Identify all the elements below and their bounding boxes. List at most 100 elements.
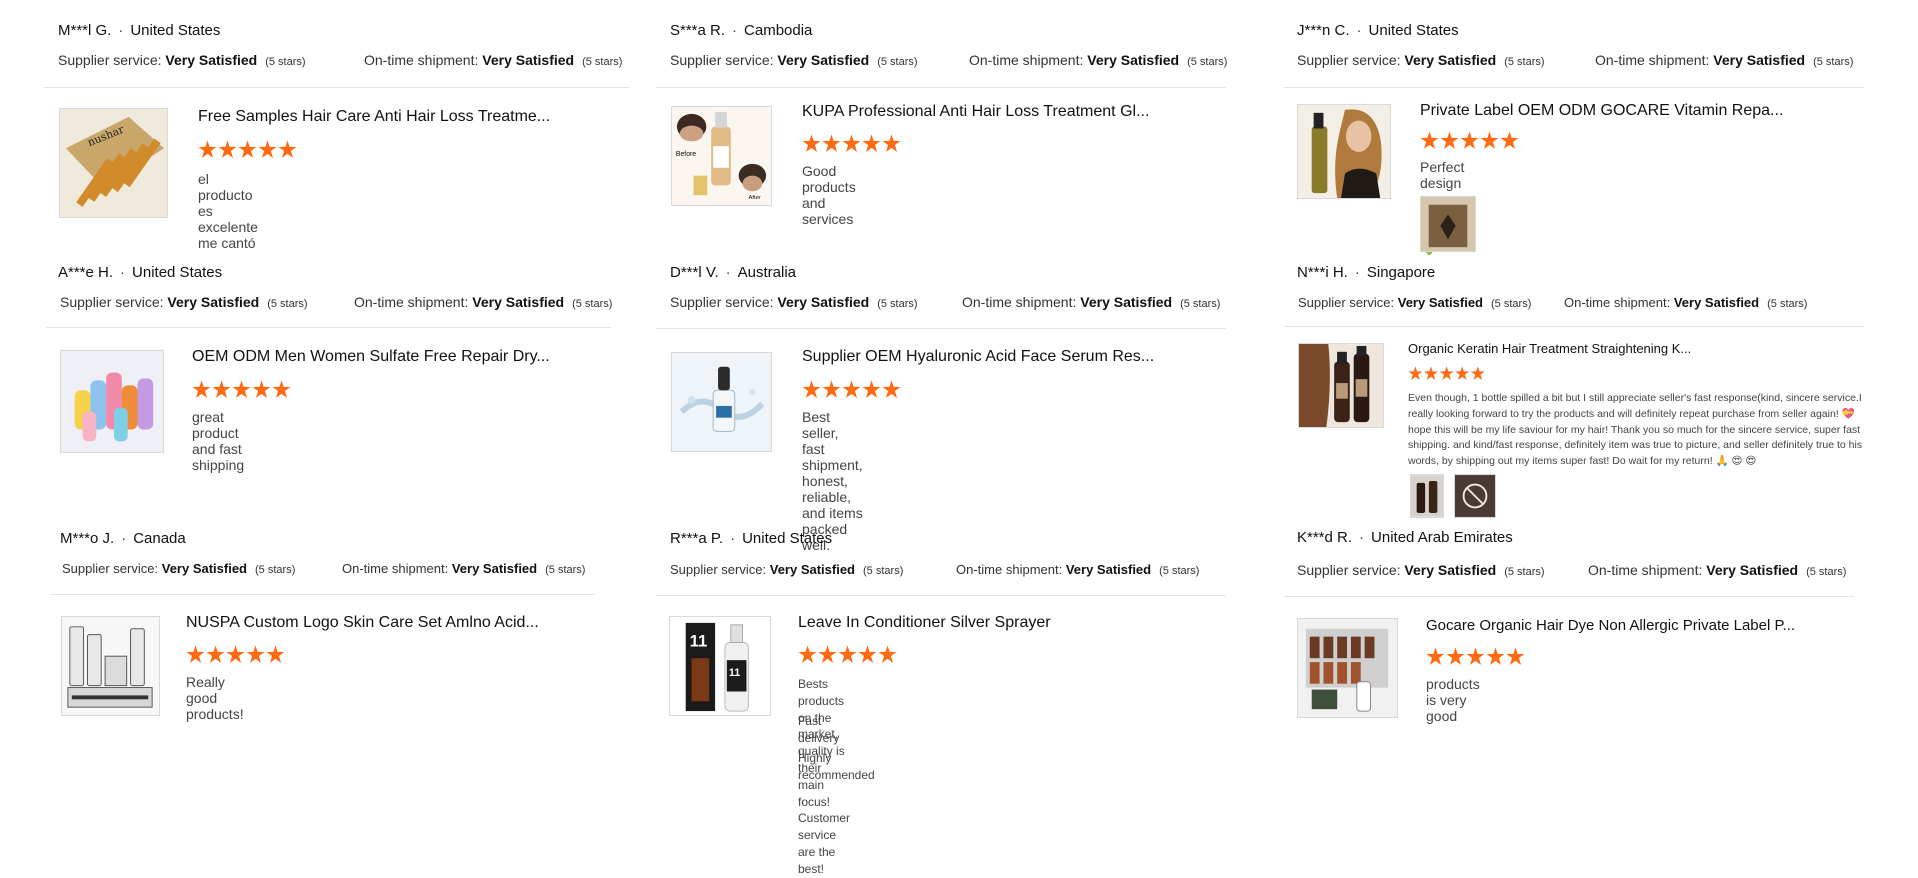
supplier-service-value: Very Satisfied <box>769 562 856 577</box>
rating-summary: Supplier service: Very Satisfied (5 stars… <box>58 52 622 68</box>
star-rating <box>802 134 902 154</box>
product-title[interactable]: KUPA Professional Anti Hair Loss Treatme… <box>802 103 1149 121</box>
spray-bottle-11-image: 11 11 <box>670 617 770 715</box>
star-rating <box>186 645 286 665</box>
product-thumbnail[interactable] <box>60 350 164 453</box>
bottles-photo <box>1411 475 1443 517</box>
reviewer-info: M***l G. · United States <box>58 22 221 39</box>
supplier-service-label: Supplier service: <box>1297 52 1401 68</box>
product-title[interactable]: OEM ODM Men Women Sulfate Free Repair Dr… <box>192 348 550 366</box>
review-comment: Good products and services <box>802 163 856 227</box>
divider <box>1284 326 1864 327</box>
star-icon <box>1446 647 1465 665</box>
star-icon <box>278 140 297 158</box>
star-icon <box>878 645 897 663</box>
product-title[interactable]: Private Label OEM ODM GOCARE Vitamin Rep… <box>1420 102 1783 120</box>
review-comment: Even though, 1 bottle spilled a bit but … <box>1408 392 1863 467</box>
star-icon <box>858 645 877 663</box>
rating-summary: Supplier service: Very Satisfied (5 stars… <box>670 562 1230 577</box>
product-thumbnail[interactable]: 11 11 <box>669 616 771 716</box>
product-title[interactable]: Leave In Conditioner Silver Sprayer <box>798 614 1051 632</box>
star-icon <box>802 380 821 398</box>
divider <box>656 595 1226 596</box>
reviewer-info: A***e H. · United States <box>58 264 223 281</box>
reviewer-info: N***i H. · Singapore <box>1297 264 1436 281</box>
supplier-service-stars: (5 stars) <box>863 565 904 577</box>
product-thumbnail[interactable] <box>61 616 160 716</box>
rating-summary: Supplier service: Very Satisfied (5 stars… <box>1297 562 1857 578</box>
review-photo[interactable] <box>1420 196 1476 252</box>
reviewer-info: M***o J. · Canada <box>60 530 186 547</box>
reviewer-info: R***a P. · United States <box>670 530 833 547</box>
rating-summary: Supplier service: Very Satisfied (5 stars… <box>670 52 1230 68</box>
reviewer-info: J***n C. · United States <box>1297 22 1459 39</box>
supplier-service-label: Supplier service: <box>670 294 774 310</box>
reviewer-country: Canada <box>133 530 186 547</box>
reviewer-name: M***o J. <box>60 530 115 547</box>
supplier-service-value: Very Satisfied <box>165 52 258 68</box>
star-rating <box>1426 647 1526 667</box>
hair-serum-before-after-image: Before After <box>672 107 771 205</box>
star-icon <box>798 645 817 663</box>
product-title[interactable]: Supplier OEM Hyaluronic Acid Face Serum … <box>802 348 1154 366</box>
product-thumbnail[interactable] <box>1297 104 1391 199</box>
product-thumbnail[interactable] <box>1297 618 1398 718</box>
reviewer-country: Australia <box>737 264 796 281</box>
star-icon <box>212 380 231 398</box>
product-title[interactable]: Gocare Organic Hair Dye Non Allergic Pri… <box>1426 617 1795 634</box>
star-icon <box>1420 131 1439 149</box>
supplier-service-stars: (5 stars) <box>877 298 918 310</box>
review-comment: el producto es excelente me cantó <box>198 171 258 251</box>
star-rating <box>1408 366 1486 382</box>
star-icon <box>862 380 881 398</box>
star-icon <box>1506 647 1525 665</box>
star-icon <box>1439 366 1454 380</box>
reviewer-country: Cambodia <box>744 22 813 39</box>
supplier-service-label: Supplier service: <box>1298 295 1395 310</box>
star-icon <box>882 134 901 152</box>
rating-summary: Supplier service: Very Satisfied (5 stars… <box>60 294 620 310</box>
ampoule-box-image: nushar <box>60 109 167 217</box>
rating-summary: Supplier service: Very Satisfied (5 stars… <box>1298 295 1858 310</box>
divider <box>656 328 1226 329</box>
review-comment: Really good products! <box>186 674 244 722</box>
star-icon <box>186 645 205 663</box>
product-title[interactable]: NUSPA Custom Logo Skin Care Set Amlno Ac… <box>186 614 539 632</box>
svg-text:11: 11 <box>690 631 708 650</box>
reviewer-name: M***l G. <box>58 22 112 39</box>
on-time-shipment: On-time shipment: Very Satisfied (5 stars… <box>1595 52 1854 68</box>
svg-text:11: 11 <box>729 667 740 679</box>
serum-dropper-image <box>672 353 771 451</box>
review-photo[interactable] <box>1410 474 1444 518</box>
star-icon <box>198 140 217 158</box>
supplier-service-label: Supplier service: <box>1297 562 1401 578</box>
reviewer-name: A***e H. <box>58 264 114 281</box>
supplier-service-label: Supplier service: <box>670 52 774 68</box>
reviewer-country: United States <box>130 22 221 39</box>
supplier-service-stars: (5 stars) <box>1491 298 1532 310</box>
supplier-service-label: Supplier service: <box>62 561 159 576</box>
supplier-service-stars: (5 stars) <box>255 564 296 576</box>
on-time-shipment: On-time shipment: Very Satisfied (5 stars… <box>1588 562 1847 578</box>
star-icon <box>1408 366 1423 380</box>
star-icon <box>1455 366 1470 380</box>
star-icon <box>842 134 861 152</box>
reviewer-info: D***l V. · Australia <box>670 264 796 281</box>
star-icon <box>272 380 291 398</box>
star-icon <box>1500 131 1519 149</box>
star-icon <box>238 140 257 158</box>
star-icon <box>218 140 237 158</box>
box-photo <box>1455 475 1495 517</box>
svg-text:After: After <box>748 195 760 201</box>
reviewer-name: D***l V. <box>670 264 719 281</box>
divider <box>44 87 629 88</box>
star-rating <box>802 380 902 400</box>
product-thumbnail[interactable] <box>1298 343 1384 428</box>
product-thumbnail[interactable] <box>671 352 772 452</box>
star-icon <box>232 380 251 398</box>
product-title[interactable]: Free Samples Hair Care Anti Hair Loss Tr… <box>198 108 550 126</box>
product-thumbnail[interactable]: Before After <box>671 106 772 206</box>
product-title[interactable]: Organic Keratin Hair Treatment Straighte… <box>1408 341 1691 356</box>
review-photo[interactable] <box>1454 474 1496 518</box>
product-thumbnail[interactable]: nushar <box>59 108 168 218</box>
